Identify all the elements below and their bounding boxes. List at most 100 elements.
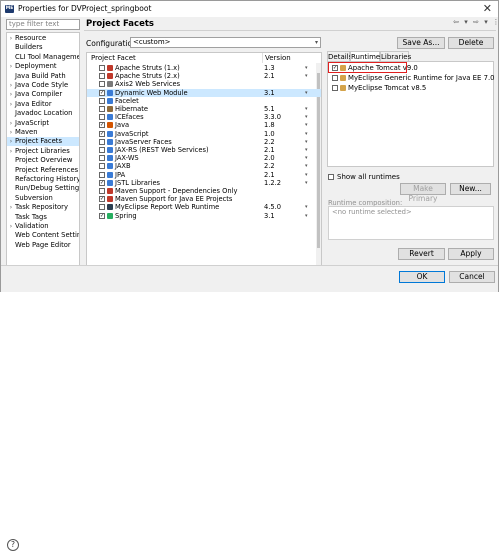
facet-row[interactable]: Maven Support - Dependencies Only bbox=[87, 187, 321, 195]
facet-checkbox[interactable] bbox=[99, 73, 105, 80]
sidebar-item[interactable]: Project References bbox=[7, 166, 79, 175]
sidebar-item[interactable]: › Java Compiler bbox=[7, 90, 79, 99]
configuration-select[interactable]: <custom> ▾ bbox=[130, 37, 321, 48]
facet-version[interactable]: 4.5.0 bbox=[264, 203, 281, 211]
chevron-down-icon[interactable]: ▾ bbox=[305, 89, 308, 97]
back-dropdown-icon[interactable]: ▾ bbox=[461, 18, 471, 26]
facet-row[interactable]: Dynamic Web Module 3.1 ▾ bbox=[87, 88, 321, 97]
sidebar-item[interactable]: › Java Code Style bbox=[7, 81, 79, 90]
sidebar-item[interactable]: › JavaScript bbox=[7, 119, 79, 128]
facet-row[interactable]: JAX-WS 2.0 ▾ bbox=[87, 154, 321, 162]
facet-row[interactable]: JPA 2.1 ▾ bbox=[87, 171, 321, 179]
view-menu-icon[interactable]: ⋮ bbox=[491, 18, 499, 26]
chevron-right-icon[interactable]: › bbox=[7, 90, 15, 99]
sidebar-item[interactable]: › Java Editor bbox=[7, 100, 79, 109]
runtime-row[interactable]: MyEclipse Generic Runtime for Java EE 7.… bbox=[330, 74, 495, 83]
sidebar-item[interactable]: Subversion bbox=[7, 194, 79, 203]
chevron-right-icon[interactable]: › bbox=[7, 147, 15, 156]
revert-button[interactable]: Revert bbox=[398, 248, 445, 260]
cancel-button[interactable]: Cancel bbox=[449, 271, 495, 283]
chevron-down-icon[interactable]: ▾ bbox=[305, 146, 308, 154]
sidebar-item[interactable]: › Deployment bbox=[7, 62, 79, 71]
facet-checkbox[interactable] bbox=[99, 212, 105, 219]
delete-button[interactable]: Delete bbox=[448, 37, 494, 49]
facet-row[interactable]: Apache Struts (2.x) 2.1 ▾ bbox=[87, 72, 321, 80]
save-as-button[interactable]: Save As... bbox=[397, 37, 445, 49]
chevron-down-icon[interactable]: ▾ bbox=[305, 154, 308, 162]
sidebar-item[interactable]: Project Overview bbox=[7, 156, 79, 165]
sidebar-item[interactable]: Java Build Path bbox=[7, 72, 79, 81]
sidebar-item[interactable]: Javadoc Location bbox=[7, 109, 79, 118]
facet-checkbox[interactable] bbox=[99, 89, 105, 96]
facet-version[interactable]: 2.2 bbox=[264, 138, 275, 146]
chevron-right-icon[interactable]: › bbox=[7, 81, 15, 90]
tab-libraries[interactable]: Libraries bbox=[380, 51, 411, 61]
facet-version[interactable]: 1.0 bbox=[264, 130, 275, 138]
runtime-checkbox[interactable] bbox=[332, 85, 338, 91]
facet-version[interactable]: 2.1 bbox=[264, 72, 275, 80]
apply-button[interactable]: Apply bbox=[448, 248, 494, 260]
chevron-down-icon[interactable]: ▾ bbox=[305, 171, 308, 179]
version-column-header[interactable]: Version bbox=[265, 53, 291, 63]
close-icon[interactable]: ✕ bbox=[483, 2, 492, 15]
sidebar-item[interactable]: › Resource bbox=[7, 34, 79, 43]
chevron-down-icon[interactable]: ▾ bbox=[305, 113, 308, 121]
facet-version[interactable]: 1.8 bbox=[264, 121, 275, 129]
tab-runtimes[interactable]: Runtimes bbox=[350, 51, 384, 61]
chevron-right-icon[interactable]: › bbox=[7, 137, 15, 146]
chevron-down-icon[interactable]: ▾ bbox=[305, 203, 308, 211]
chevron-down-icon[interactable]: ▾ bbox=[305, 130, 308, 138]
chevron-down-icon[interactable]: ▾ bbox=[305, 72, 308, 80]
facet-checkbox[interactable] bbox=[99, 188, 105, 194]
facet-checkbox[interactable] bbox=[99, 163, 105, 170]
runtime-checkbox[interactable] bbox=[332, 75, 338, 81]
sidebar-item[interactable]: › Task Repository bbox=[7, 203, 79, 212]
facet-row[interactable]: JSTL Libraries 1.2.2 ▾ bbox=[87, 179, 321, 187]
runtime-row[interactable]: MyEclipse Tomcat v8.5 bbox=[330, 84, 492, 93]
sidebar-item[interactable]: Builders bbox=[7, 43, 79, 52]
facet-checkbox[interactable] bbox=[99, 179, 105, 186]
show-all-runtimes-checkbox[interactable]: Show all runtimes bbox=[328, 173, 400, 182]
facet-checkbox[interactable] bbox=[99, 97, 105, 104]
facet-column-header[interactable]: Project Facet bbox=[91, 53, 136, 63]
facet-row[interactable]: Hibernate 5.1 ▾ bbox=[87, 105, 321, 113]
sidebar-item[interactable]: Refactoring History bbox=[7, 175, 79, 184]
sidebar-item[interactable]: › Project Libraries bbox=[7, 147, 79, 156]
facet-row[interactable]: Apache Struts (1.x) 1.3 ▾ bbox=[87, 64, 321, 72]
facet-checkbox[interactable] bbox=[99, 138, 105, 145]
filter-input[interactable]: type filter text bbox=[6, 19, 80, 30]
chevron-right-icon[interactable]: › bbox=[7, 100, 15, 109]
sidebar-item[interactable]: Web Page Editor bbox=[7, 241, 79, 250]
chevron-down-icon[interactable]: ▾ bbox=[305, 105, 308, 113]
facet-row[interactable]: JAXB 2.2 ▾ bbox=[87, 162, 321, 170]
sidebar-item[interactable]: CLI Tool Manageme bbox=[7, 53, 79, 62]
facet-row[interactable]: Facelet bbox=[87, 97, 321, 105]
forward-arrow-icon[interactable]: ⇨ bbox=[471, 18, 481, 26]
make-primary-button[interactable]: Make Primary bbox=[400, 183, 446, 203]
facet-checkbox[interactable] bbox=[99, 122, 105, 129]
back-arrow-icon[interactable]: ⇦ bbox=[451, 18, 461, 26]
chevron-down-icon[interactable]: ▾ bbox=[305, 162, 308, 170]
facet-version[interactable]: 2.1 bbox=[264, 146, 275, 154]
sidebar-item[interactable]: Task Tags bbox=[7, 213, 79, 222]
facet-version[interactable]: 3.1 bbox=[264, 89, 275, 97]
facet-checkbox[interactable] bbox=[99, 204, 105, 211]
ok-button[interactable]: OK bbox=[399, 271, 445, 283]
facet-row[interactable]: MyEclipse Report Web Runtime 4.5.0 ▾ bbox=[87, 203, 321, 211]
sidebar-item[interactable]: › Project Facets bbox=[7, 137, 79, 147]
facet-checkbox[interactable] bbox=[99, 155, 105, 162]
facet-checkbox[interactable] bbox=[99, 147, 105, 153]
facet-row[interactable]: ICEfaces 3.3.0 ▾ bbox=[87, 113, 321, 121]
facet-checkbox[interactable] bbox=[99, 65, 105, 71]
facet-checkbox[interactable] bbox=[99, 81, 105, 88]
tab-details[interactable]: Details bbox=[327, 51, 352, 61]
facet-checkbox[interactable] bbox=[99, 106, 105, 112]
facet-version[interactable]: 1.3 bbox=[264, 64, 275, 72]
chevron-down-icon[interactable]: ▾ bbox=[305, 212, 308, 220]
chevron-right-icon[interactable]: › bbox=[7, 128, 15, 137]
facet-version[interactable]: 1.2.2 bbox=[264, 179, 281, 187]
facet-checkbox[interactable] bbox=[99, 196, 105, 203]
chevron-down-icon[interactable]: ▾ bbox=[305, 179, 308, 187]
facet-version[interactable]: 5.1 bbox=[264, 105, 275, 113]
facet-version[interactable]: 3.3.0 bbox=[264, 113, 281, 121]
